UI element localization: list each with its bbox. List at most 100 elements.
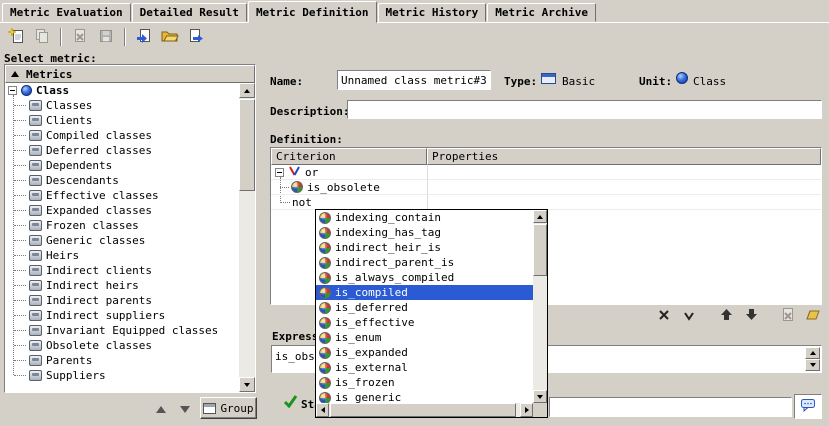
criterion-icon [319, 317, 331, 329]
collapse-icon[interactable] [8, 86, 17, 95]
criterion-row-is-obsolete[interactable]: is_obsolete [271, 180, 821, 195]
tab[interactable]: Metric Definition [248, 1, 377, 23]
comment-button[interactable] [794, 394, 822, 419]
tree-item[interactable]: Heirs [5, 248, 239, 263]
scroll-up-icon[interactable] [805, 347, 820, 359]
tab-label: Metric Definition [256, 6, 369, 19]
tree-item[interactable]: Dependents [5, 158, 239, 173]
dropdown-item[interactable]: is_frozen [316, 375, 533, 390]
scrollbar-thumb[interactable] [533, 224, 547, 276]
tree-item[interactable]: Generic classes [5, 233, 239, 248]
or-criterion-button[interactable] [680, 308, 698, 324]
dropdown-item[interactable]: is_external [316, 360, 533, 375]
tree-item[interactable]: Invariant Equipped classes [5, 323, 239, 338]
expression-scrollbar[interactable] [805, 347, 820, 371]
dropdown-list: indexing_contain indexing_has_tag indire… [316, 210, 533, 403]
scroll-down-icon[interactable] [533, 390, 547, 403]
dropdown-item[interactable]: is_deferred [316, 300, 533, 315]
description-input[interactable] [347, 100, 822, 119]
tree-item[interactable]: Clients [5, 113, 239, 128]
dropdown-item[interactable]: is_compiled [316, 285, 533, 300]
tree-item-label: Indirect parents [46, 294, 152, 307]
dropdown-item[interactable]: is_generic [316, 390, 533, 403]
dropdown-item[interactable]: is_always_compiled [316, 270, 533, 285]
tree-item[interactable]: Frozen classes [5, 218, 239, 233]
dropdown-item[interactable]: indexing_has_tag [316, 225, 533, 240]
new-metric-button[interactable] [4, 25, 28, 49]
tree-item-class-root[interactable]: Class [5, 83, 239, 98]
metric-icon [29, 205, 42, 216]
move-metric-down-button[interactable] [174, 399, 196, 419]
name-input[interactable] [337, 70, 491, 90]
export-metric-button[interactable] [184, 25, 208, 49]
tree-item-label: Suppliers [46, 369, 106, 382]
tab-bar: Metric Evaluation Detailed Result Metric… [0, 0, 829, 23]
class-unit-icon [21, 85, 32, 96]
dropdown-item[interactable]: indirect_parent_is [316, 255, 533, 270]
open-folder-button[interactable] [158, 25, 182, 49]
dropdown-item[interactable]: indexing_contain [316, 210, 533, 225]
scroll-right-icon[interactable] [520, 403, 533, 417]
dropdown-item[interactable]: indirect_heir_is [316, 240, 533, 255]
tab[interactable]: Metric History [378, 3, 487, 22]
and-criterion-button[interactable] [655, 308, 673, 324]
tab[interactable]: Metric Evaluation [2, 3, 131, 22]
properties-column-header[interactable]: Properties [427, 148, 821, 165]
dropdown-horizontal-scrollbar[interactable] [316, 403, 533, 417]
move-criterion-up-button[interactable] [717, 308, 735, 324]
dropdown-item[interactable]: is_enum [316, 330, 533, 345]
tree-item[interactable]: Effective classes [5, 188, 239, 203]
tab[interactable]: Metric Archive [487, 3, 596, 22]
metric-icon [29, 250, 42, 261]
erase-criterion-button[interactable] [804, 308, 822, 324]
remove-criterion-button[interactable] [779, 308, 797, 324]
metric-icon [29, 295, 42, 306]
dropdown-item[interactable]: is_effective [316, 315, 533, 330]
tree-item[interactable]: Indirect clients [5, 263, 239, 278]
save-metric-icon [98, 28, 114, 47]
criterion-row-not[interactable]: not [271, 195, 821, 210]
tree-item[interactable]: Expanded classes [5, 203, 239, 218]
sort-ascending-icon [11, 71, 19, 77]
tree-item[interactable]: Suppliers [5, 368, 239, 383]
criterion-row-or[interactable]: or [271, 165, 821, 180]
tree-scrollbar[interactable] [239, 83, 255, 392]
tree-item[interactable]: Parents [5, 353, 239, 368]
tree-item-label: Dependents [46, 159, 112, 172]
dropdown-item-label: is_always_compiled [335, 271, 454, 284]
tree-item[interactable]: Obsolete classes [5, 338, 239, 353]
dropdown-item-label: is_generic [335, 391, 401, 403]
scroll-up-icon[interactable] [239, 83, 255, 98]
scrollbar-thumb[interactable] [239, 99, 255, 191]
tree-item[interactable]: Indirect parents [5, 293, 239, 308]
scroll-down-icon[interactable] [805, 359, 820, 371]
copy-metric-button[interactable] [30, 25, 54, 49]
tree-item[interactable]: Descendants [5, 173, 239, 188]
tree-item[interactable]: Compiled classes [5, 128, 239, 143]
criterion-label: is_obsolete [307, 181, 380, 194]
dropdown-item[interactable]: is_expanded [316, 345, 533, 360]
tree-item[interactable]: Classes [5, 98, 239, 113]
move-criterion-down-button[interactable] [742, 308, 760, 324]
group-button[interactable]: Group [200, 397, 257, 419]
scrollbar-thumb[interactable] [330, 403, 516, 417]
tree-column-header[interactable]: Metrics [5, 65, 255, 83]
criterion-icon [319, 332, 331, 344]
scroll-down-icon[interactable] [239, 377, 255, 392]
tab[interactable]: Detailed Result [132, 3, 247, 22]
save-metric-button[interactable] [94, 25, 118, 49]
tree-item[interactable]: Indirect suppliers [5, 308, 239, 323]
collapse-icon[interactable] [275, 168, 284, 177]
tree-item[interactable]: Indirect heirs [5, 278, 239, 293]
unit-label: Unit: [639, 75, 672, 88]
scroll-up-icon[interactable] [533, 210, 547, 223]
criterion-label: or [305, 166, 318, 179]
import-metric-button[interactable] [132, 25, 156, 49]
metric-tree: Metrics Class Classes Clie [4, 64, 256, 393]
move-metric-up-button[interactable] [150, 399, 172, 419]
criterion-column-header[interactable]: Criterion [271, 148, 427, 165]
scroll-left-icon[interactable] [316, 403, 329, 417]
tree-item[interactable]: Deferred classes [5, 143, 239, 158]
delete-metric-button[interactable] [68, 25, 92, 49]
dropdown-vertical-scrollbar[interactable] [533, 210, 547, 403]
